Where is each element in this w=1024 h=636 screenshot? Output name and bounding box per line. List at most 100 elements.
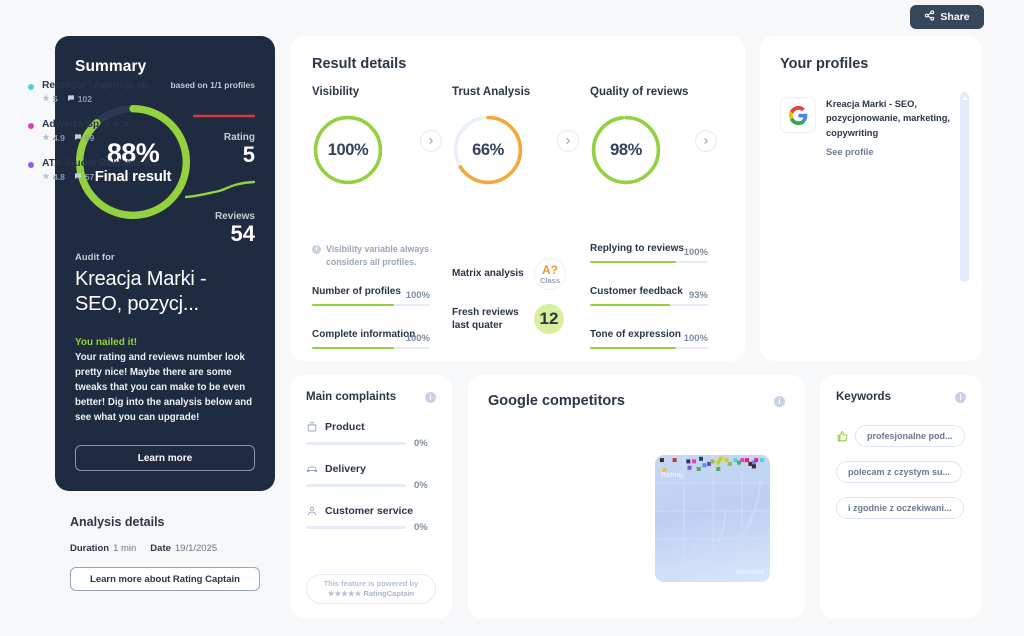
rating-stat: Rating 5 <box>192 108 256 166</box>
bar-tone-of-expression: Tone of expression 100% <box>590 329 708 349</box>
info-icon[interactable]: i <box>774 395 785 407</box>
powered-by-badge: This feature is powered by ★★★★★ RatingC… <box>306 574 436 604</box>
profile-name: Kreacja Marki - SEO, pozycjonowanie, mar… <box>826 99 950 138</box>
competitors-scatter-chart: Rating Reviews <box>655 455 770 582</box>
competitor-row[interactable]: ATA Studio Reklamy B... 4.8 57 <box>28 158 160 182</box>
competitor-name: Recreate | Agencja M... <box>42 80 154 91</box>
competitors-list: Recreate | Agencja M... 5 102 Adwerto Sp… <box>28 80 160 197</box>
info-icon: i <box>312 245 321 254</box>
complaint-percent: 0% <box>414 522 428 533</box>
matrix-analysis-label: Matrix analysis <box>452 268 524 280</box>
profile-item[interactable]: Kreacja Marki - SEO, pozycjonowanie, mar… <box>780 97 962 160</box>
metric-quality-of-reviews: Quality of reviews 98% <box>590 86 688 186</box>
scatter-point <box>707 461 711 466</box>
reviews-value: 54 <box>230 221 255 246</box>
metric-trust-analysis: Trust Analysis 66% <box>452 86 530 186</box>
class-badge-sub: Class <box>539 275 560 285</box>
keyword-pill[interactable]: i zgodnie z oczekiwani... <box>836 497 964 519</box>
thumbs-up-icon <box>836 430 849 443</box>
bar-percent: 93% <box>688 290 708 301</box>
bar-replying-to-reviews: Replying to reviews 100% <box>590 243 708 263</box>
info-icon[interactable]: i <box>955 391 966 403</box>
share-button[interactable]: Share <box>910 5 984 29</box>
competitor-reviews: 102 <box>77 94 92 104</box>
result-details-title: Result details <box>312 56 407 72</box>
scatter-point <box>672 458 677 463</box>
bar-customer-feedback: Customer feedback 93% <box>590 286 708 306</box>
scatter-point <box>702 463 707 468</box>
see-profile-link[interactable]: See profile <box>826 147 874 157</box>
complaint-customer-service: Customer service 0% <box>306 505 436 533</box>
complaint-percent: 0% <box>414 438 428 449</box>
learn-more-rating-captain-button[interactable]: Learn more about Rating Captain <box>70 567 260 591</box>
fresh-reviews-value: 12 <box>534 304 564 334</box>
competitor-color-dot <box>28 123 34 129</box>
car-icon <box>306 463 318 475</box>
keyword-pill[interactable]: profesjonalne pod... <box>855 425 965 447</box>
scatter-point <box>696 467 701 471</box>
chevron-right-icon <box>427 132 435 150</box>
complaint-label: Product <box>325 421 365 433</box>
comment-icon <box>74 172 82 182</box>
metric-trust-title: Trust Analysis <box>452 86 531 98</box>
quality-details-chevron-button[interactable] <box>695 130 717 152</box>
complaint-label: Delivery <box>325 463 366 475</box>
duration-value: 1 min <box>113 543 137 554</box>
powered-by-line1: This feature is powered by <box>323 579 419 589</box>
complaint-product: Product 0% <box>306 421 436 449</box>
scatter-point <box>692 459 697 464</box>
keyword-row: i zgodnie z oczekiwani... <box>836 497 966 519</box>
competitor-color-dot <box>28 84 34 90</box>
metric-visibility: Visibility 100% <box>312 86 384 186</box>
comment-icon <box>74 133 82 143</box>
scatter-point <box>710 459 715 464</box>
info-icon[interactable]: i <box>425 391 436 403</box>
scatter-point <box>760 458 764 463</box>
audit-company-name: Kreacja Marki - SEO, pozycj... <box>75 268 207 315</box>
scatter-point <box>699 456 703 461</box>
share-icon <box>924 10 935 24</box>
chevron-right-icon <box>702 132 710 150</box>
competitor-color-dot <box>28 162 34 168</box>
scatter-point <box>724 458 729 463</box>
metric-trust-value: 66% <box>472 140 504 159</box>
metric-visibility-title: Visibility <box>312 86 360 98</box>
keywords-title: Keywords <box>836 391 891 403</box>
competitor-name: Adwerto Sp. z o.o. <box>42 119 132 130</box>
complaint-percent: 0% <box>414 480 428 491</box>
learn-more-button[interactable]: Learn more <box>75 445 255 472</box>
star-icon <box>42 172 50 182</box>
google-icon <box>780 97 816 133</box>
bar-number-of-profiles: Number of profiles 100% <box>312 286 430 306</box>
scatter-point <box>748 461 753 466</box>
main-complaints-card: Main complaints i Product 0% Delivery 0% <box>290 375 452 618</box>
class-badge-main: A? <box>542 262 558 277</box>
stat-matrix-analysis: Matrix analysis A? Class <box>452 258 566 290</box>
competitor-rating: 5 <box>53 94 58 104</box>
analysis-details: Analysis details Duration 1 min Date 19/1/2… <box>70 515 280 591</box>
keywords-card: Keywords i profesjonalne pod... polecam … <box>820 375 982 618</box>
scatter-point <box>659 458 664 463</box>
competitor-row[interactable]: Adwerto Sp. z o.o. 4.9 69 <box>28 119 160 143</box>
keyword-pill[interactable]: polecam z czystym su... <box>836 461 963 483</box>
scatter-point <box>686 459 691 464</box>
chevron-right-icon <box>564 132 572 150</box>
complaint-label: Customer service <box>325 505 414 517</box>
google-competitors-title: Google competitors <box>488 393 625 409</box>
competitor-row[interactable]: Recreate | Agencja M... 5 102 <box>28 80 160 104</box>
keyword-row: polecam z czystym su... <box>836 461 966 483</box>
bar-complete-information: Complete information 100% <box>312 329 430 349</box>
competitor-name: ATA Studio Reklamy B... <box>42 158 161 169</box>
date-value: 19/1/2025 <box>174 543 218 554</box>
scatter-point <box>727 461 732 466</box>
profiles-scrollbar[interactable] <box>960 92 969 282</box>
star-icon <box>42 133 50 143</box>
reviews-stat: Reviews 54 <box>184 180 256 246</box>
scatter-y-axis-label: Rating <box>661 472 683 479</box>
trust-details-chevron-button[interactable] <box>557 130 579 152</box>
comment-icon <box>67 94 75 104</box>
class-badge: A? Class <box>534 258 566 290</box>
audit-for-label: Audit for <box>75 252 115 263</box>
visibility-details-chevron-button[interactable] <box>420 130 442 152</box>
scatter-point <box>740 458 745 463</box>
